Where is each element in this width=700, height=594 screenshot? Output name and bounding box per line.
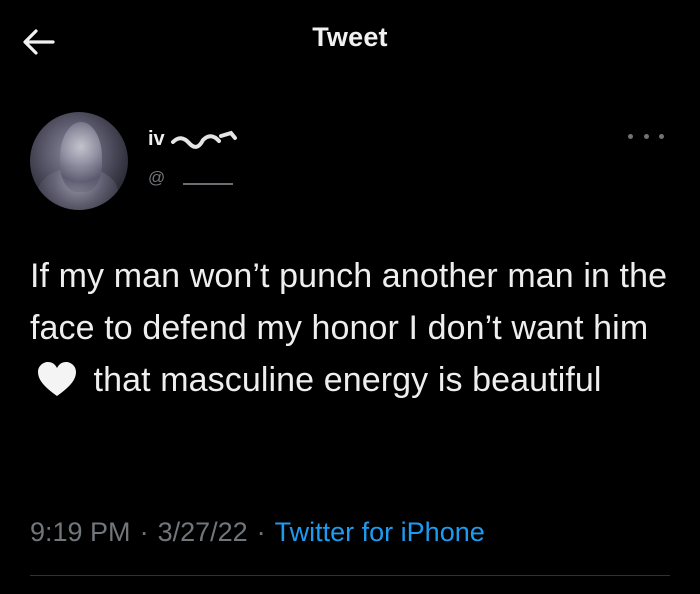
handle-redaction-line [183,171,234,185]
user-handle[interactable]: @ [148,166,234,190]
more-dot-icon [659,133,664,139]
tweet-text-part1: If my man won’t punch another man in the… [30,257,668,347]
redaction-scribble-icon [170,130,237,149]
meta-separator: · [139,516,149,547]
tweet-source-link[interactable]: Twitter for iPhone [275,517,485,548]
display-name[interactable]: iv [148,126,239,152]
tweet-body: If my man won’t punch another man in the… [30,250,670,406]
tweet-author: iv @ [30,112,670,212]
tweet-text-part2: that masculine energy is beautiful [93,361,602,399]
app-header: Tweet [0,0,700,80]
avatar[interactable] [30,112,128,210]
white-heart-icon [38,362,76,396]
tweet-metadata: 9:19 PM · 3/27/22 · Twitter for iPhone [30,512,485,552]
divider [30,575,670,576]
avatar-figure-shape [60,122,102,192]
more-dot-icon [643,133,649,139]
tweet-date[interactable]: 3/27/22 [158,517,248,548]
more-dot-icon [628,133,633,139]
handle-text: @ [148,168,166,187]
display-name-text: iv [148,127,165,150]
meta-separator: · [256,516,266,547]
more-options-button[interactable] [628,126,664,146]
page-title: Tweet [312,22,388,52]
tweet-time[interactable]: 9:19 PM [30,517,131,548]
